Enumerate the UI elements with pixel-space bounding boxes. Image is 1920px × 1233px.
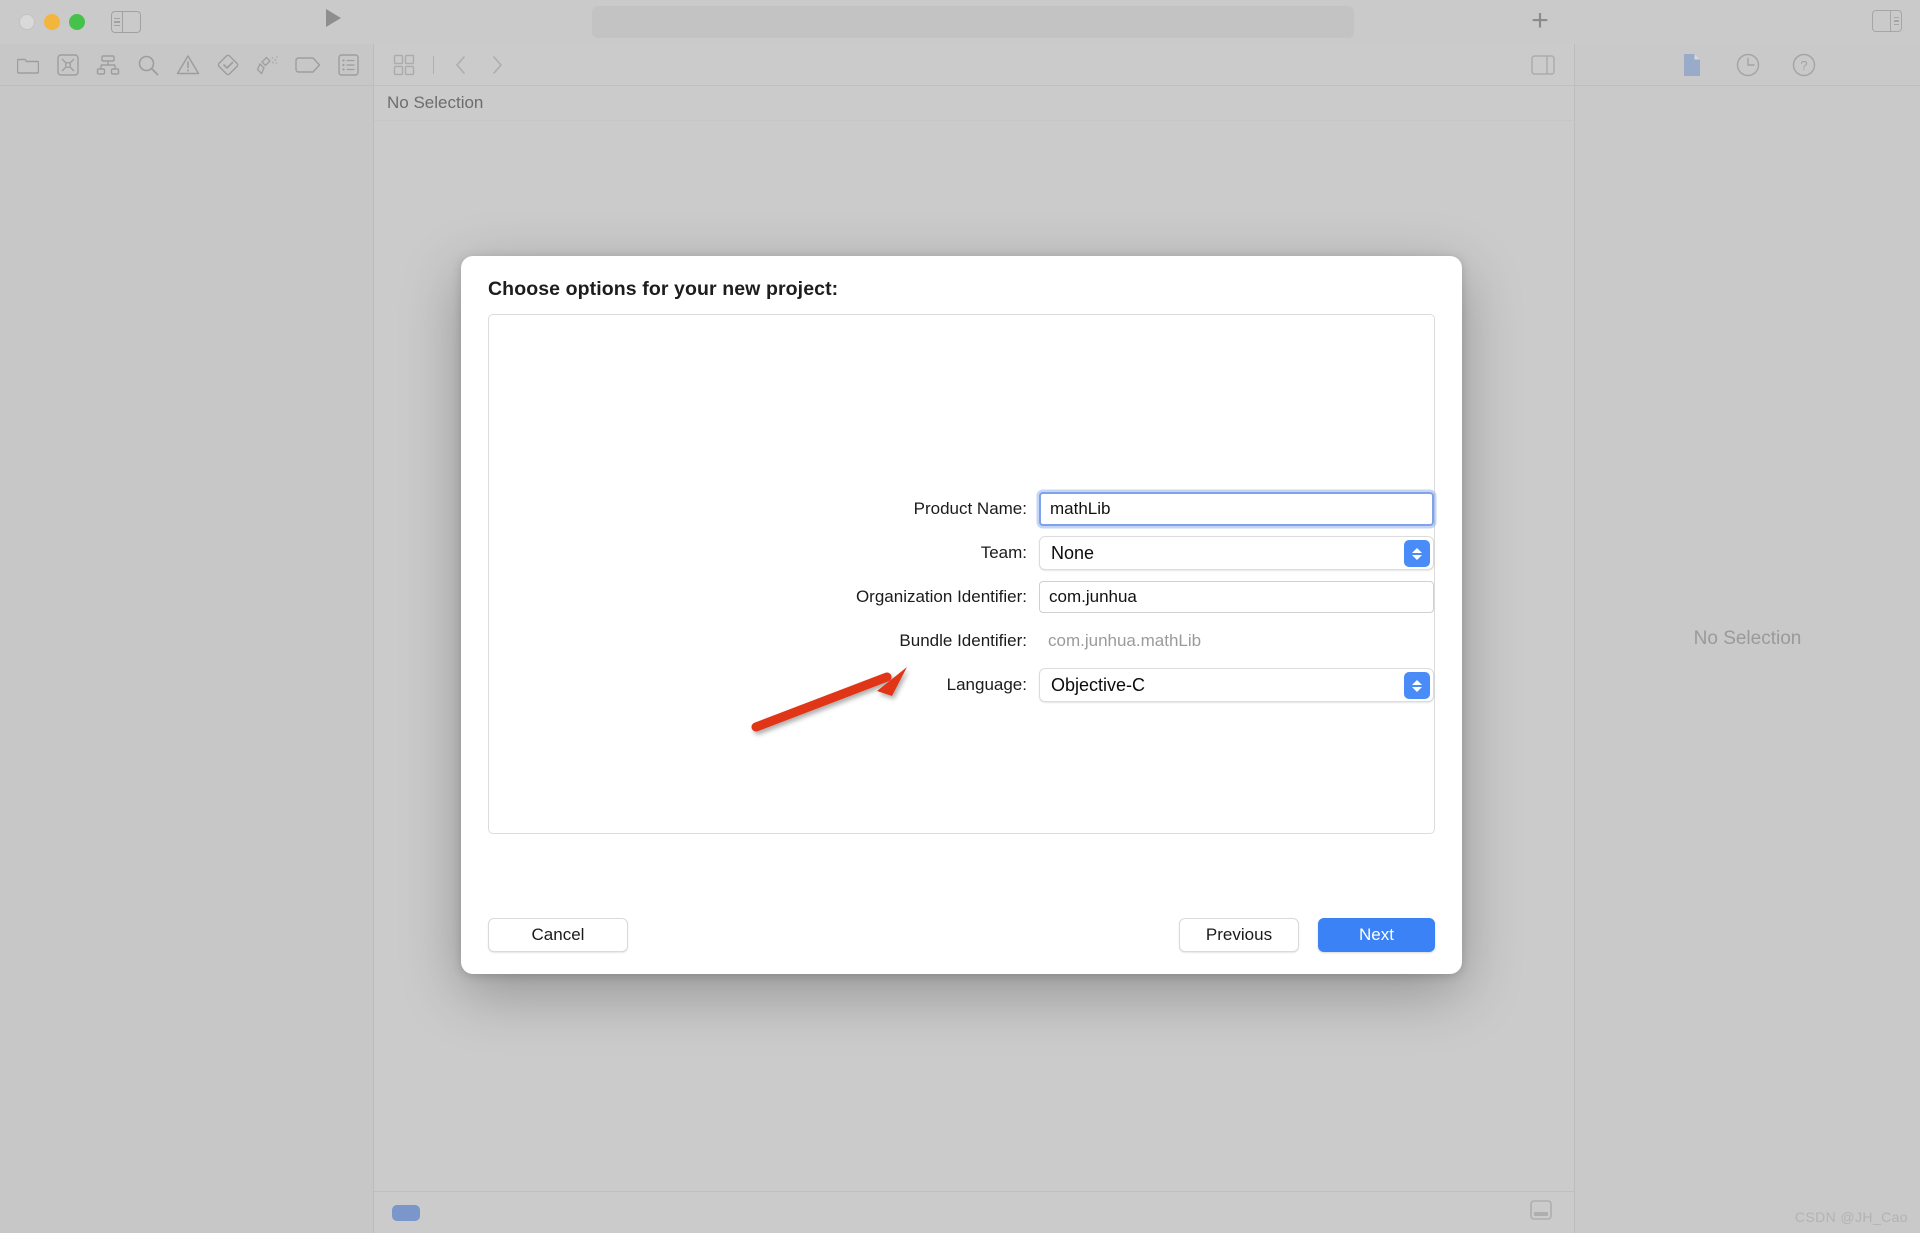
filter-tag-icon[interactable] — [392, 1204, 420, 1221]
search-icon[interactable] — [128, 49, 168, 81]
breakpoint-tag-icon[interactable] — [288, 49, 328, 81]
team-stepper-icon[interactable] — [1404, 540, 1430, 567]
debug-area-toggle-icon[interactable] — [1530, 1200, 1552, 1225]
watermark-text: CSDN @JH_Cao — [1794, 1209, 1908, 1225]
add-button[interactable]: + — [1526, 6, 1554, 36]
test-diamond-icon[interactable] — [208, 49, 248, 81]
folder-icon[interactable] — [8, 49, 48, 81]
language-popup[interactable]: Objective-C — [1039, 668, 1434, 702]
editor-path-bar[interactable]: No Selection — [374, 86, 1574, 121]
sheet-button-bar: Cancel Previous Next — [488, 918, 1435, 952]
run-play-icon[interactable] — [326, 9, 341, 27]
new-project-options-sheet: Choose options for your new project: Pro… — [461, 256, 1462, 974]
toolbar-activity-field[interactable] — [592, 6, 1354, 38]
team-popup-value: None — [1051, 542, 1095, 563]
minimize-window-button[interactable] — [44, 14, 60, 30]
form-row-language: Language: Objective-C — [489, 668, 1434, 702]
zoom-window-button[interactable] — [69, 14, 85, 30]
cancel-button[interactable]: Cancel — [488, 918, 628, 952]
bundle-identifier-value: com.junhua.mathLib — [1048, 631, 1202, 650]
jumpbar-divider — [433, 55, 434, 74]
sheet-title: Choose options for your new project: — [488, 278, 839, 300]
navigator-icon-bar — [0, 44, 374, 86]
form-row-organization-identifier: Organization Identifier: — [489, 581, 1434, 613]
product-name-label: Product Name: — [913, 499, 1027, 518]
inspector-toggle-icon[interactable] — [1872, 10, 1902, 32]
debug-spray-icon[interactable] — [248, 49, 288, 81]
inspector-panel: ? No Selection — [1574, 44, 1920, 1233]
close-window-button[interactable] — [19, 14, 35, 30]
team-popup[interactable]: None — [1039, 536, 1434, 570]
form-row-bundle-identifier: Bundle Identifier: com.junhua.mathLib — [489, 625, 1434, 657]
chevron-left-icon[interactable] — [446, 50, 476, 80]
language-popup-value: Objective-C — [1051, 674, 1146, 695]
language-label: Language: — [946, 675, 1027, 694]
source-control-icon[interactable] — [48, 49, 88, 81]
editor-jump-bar — [374, 44, 1574, 86]
traffic-light-group — [19, 14, 85, 30]
product-name-input[interactable] — [1039, 492, 1434, 526]
inspector-empty-state: No Selection — [1575, 44, 1920, 1233]
product-name-field-wrap — [1039, 492, 1434, 526]
organization-identifier-input[interactable] — [1039, 581, 1434, 613]
related-items-grid-icon[interactable] — [387, 50, 421, 80]
warning-triangle-icon[interactable] — [168, 49, 208, 81]
organization-identifier-field-wrap — [1039, 581, 1434, 613]
sidebar-toggle-icon[interactable] — [111, 11, 141, 33]
form-row-product-name: Product Name: — [489, 492, 1434, 526]
window-titlebar: + — [0, 0, 1920, 44]
organization-identifier-label: Organization Identifier: — [855, 587, 1027, 606]
next-button[interactable]: Next — [1318, 918, 1435, 952]
xcode-window: + No Selection ? No Selection Choose opt… — [0, 0, 1920, 1233]
team-field-wrap: None — [1039, 536, 1434, 570]
bundle-identifier-field-wrap: com.junhua.mathLib — [1039, 625, 1434, 657]
editor-status-bar — [374, 1191, 1574, 1233]
navigator-panel — [0, 44, 374, 1233]
hierarchy-icon[interactable] — [88, 49, 128, 81]
form-row-team: Team: None — [489, 536, 1434, 570]
language-field-wrap: Objective-C — [1039, 668, 1434, 702]
team-label: Team: — [980, 543, 1027, 562]
inspector-empty-label: No Selection — [1693, 627, 1802, 649]
report-list-icon[interactable] — [328, 49, 368, 81]
sheet-body: Product Name: Team: None — [488, 314, 1435, 834]
editor-path-label: No Selection — [387, 93, 484, 112]
bundle-identifier-label: Bundle Identifier: — [899, 631, 1027, 650]
editor-split-icon[interactable] — [1526, 50, 1560, 80]
project-options-form: Product Name: Team: None — [489, 492, 1434, 713]
chevron-right-icon[interactable] — [482, 50, 512, 80]
previous-button[interactable]: Previous — [1179, 918, 1299, 952]
language-stepper-icon[interactable] — [1404, 672, 1430, 699]
